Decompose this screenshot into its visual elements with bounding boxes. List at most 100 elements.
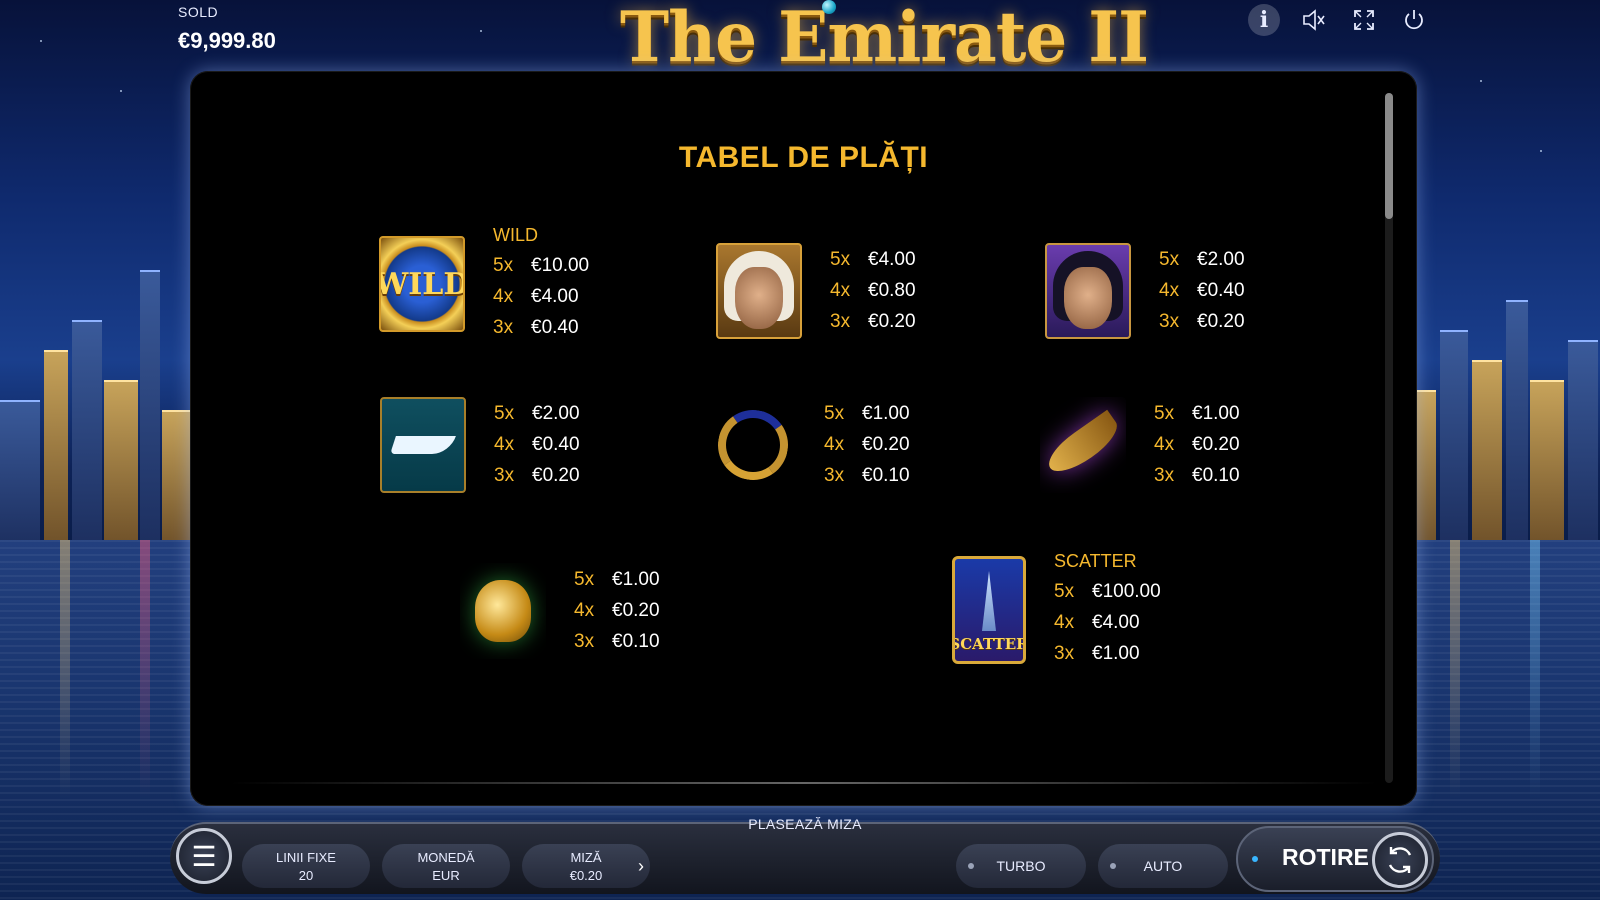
turbo-toggle[interactable]: TURBO <box>956 844 1086 888</box>
game-logo: The Emirate II <box>620 0 1149 78</box>
symbol-name: SCATTER <box>1054 551 1137 571</box>
paytable-scrollbar[interactable] <box>1385 93 1393 783</box>
pay-value: €0.20 <box>868 311 916 332</box>
city-skyline-left <box>0 230 200 550</box>
pay-row: 3x €1.00 <box>1054 638 1161 669</box>
pay-list: SCATTER 5x €100.00 4x €4.00 3x €1.00 <box>1054 551 1161 669</box>
spin-button[interactable]: ROTIRE <box>1236 826 1434 892</box>
spin-icon[interactable] <box>1372 832 1428 888</box>
pay-count: 5x <box>1159 249 1180 270</box>
pay-list: 5x €2.00 4x €0.40 3x €0.20 <box>494 399 580 492</box>
spin-indicator-icon <box>1252 856 1258 862</box>
light-reflection <box>60 540 70 800</box>
bet-caption: PLASEAZĂ MIZA <box>748 816 862 832</box>
paytable-entry-dagger: 5x €1.00 4x €0.20 3x €0.10 <box>1040 397 1240 493</box>
pay-count: 5x <box>574 569 595 590</box>
pay-value: €0.10 <box>862 465 910 486</box>
pay-value: €1.00 <box>862 403 910 424</box>
pay-row: 4x €0.40 <box>1159 276 1245 307</box>
pay-value: €4.00 <box>531 285 579 307</box>
logo-gem-icon <box>822 0 836 14</box>
symbol-name: WILD <box>493 225 538 245</box>
pay-count: 3x <box>1159 311 1180 332</box>
info-icon[interactable]: i <box>1248 4 1280 36</box>
sound-muted-icon[interactable] <box>1298 4 1330 36</box>
pay-list: 5x €1.00 4x €0.20 3x €0.10 <box>1154 399 1240 492</box>
pay-row: 3x €0.10 <box>1154 461 1240 492</box>
bet-label: MIZĂ <box>570 850 602 865</box>
pay-value: €4.00 <box>1092 611 1140 633</box>
paytable-entry-scatter: SCATTER SCATTER 5x €100.00 4x €4.00 3x €1.0… <box>952 551 1161 669</box>
pay-row: 4x €0.20 <box>824 430 910 461</box>
pay-value: €0.80 <box>868 280 916 301</box>
pay-row: 3x €0.20 <box>830 307 916 338</box>
pay-row: 3x €0.20 <box>494 461 580 492</box>
pay-count: 3x <box>830 311 851 332</box>
pay-row: 4x €0.20 <box>574 596 660 627</box>
paytable-entry-sheikh: 5x €4.00 4x €0.80 3x €0.20 <box>716 243 916 339</box>
pay-value: €0.40 <box>532 434 580 455</box>
pay-row: 3x €0.10 <box>574 627 660 658</box>
power-icon[interactable] <box>1398 4 1430 36</box>
auto-toggle[interactable]: AUTO <box>1098 844 1228 888</box>
pay-value: €2.00 <box>1197 249 1245 270</box>
pay-count: 3x <box>1054 642 1075 664</box>
pay-value: €4.00 <box>868 249 916 270</box>
pay-count: 3x <box>1154 465 1175 486</box>
pay-count: 5x <box>830 249 851 270</box>
top-controls: i <box>1248 4 1430 36</box>
pay-list: 5x €2.00 4x €0.40 3x €0.20 <box>1159 245 1245 338</box>
pay-value: €100.00 <box>1092 580 1161 602</box>
hamburger-icon: ☰ <box>191 840 217 872</box>
currency-selector[interactable]: MONEDĂ EUR <box>382 844 510 888</box>
pay-count: 4x <box>1054 611 1075 633</box>
bet-value: €0.20 <box>569 868 603 883</box>
pay-list: 5x €1.00 4x €0.20 3x €0.10 <box>574 565 660 658</box>
pay-row: 5x €100.00 <box>1054 576 1161 607</box>
balance-display: SOLD €9,999.80 <box>178 4 276 54</box>
bottom-control-bar: PLASEAZĂ MIZA ☰ LINII FIXE 20 MONEDĂ EUR… <box>170 812 1440 900</box>
pay-value: €1.00 <box>612 569 660 590</box>
scrollbar-thumb[interactable] <box>1385 93 1393 219</box>
paytable-entry-yacht: 5x €2.00 4x €0.40 3x €0.20 <box>380 397 580 493</box>
pay-row: 4x €0.20 <box>1154 430 1240 461</box>
pay-value: €10.00 <box>531 254 590 276</box>
spin-label: ROTIRE <box>1282 844 1369 870</box>
pay-row: 5x €1.00 <box>1154 399 1240 430</box>
auto-label: AUTO <box>1143 858 1183 874</box>
pay-row: 5x €1.00 <box>574 565 660 596</box>
woman-symbol <box>1045 243 1131 339</box>
toggle-indicator-icon <box>968 863 974 869</box>
lines-value: 20 <box>298 868 314 883</box>
chevron-right-icon[interactable]: › <box>638 856 644 877</box>
menu-button[interactable]: ☰ <box>176 828 232 884</box>
paytable-title: TABEL DE PLĂȚI <box>678 141 929 174</box>
pay-count: 3x <box>494 465 515 486</box>
pay-count: 4x <box>830 280 851 301</box>
pay-row: 4x €4.00 <box>1054 607 1161 638</box>
paytable-entry-wild: WILD WILD 5x €10.00 4x €4.00 3x €0.40 <box>379 225 589 343</box>
pay-value: €1.00 <box>1092 642 1140 664</box>
pay-count: 3x <box>574 631 595 652</box>
bet-selector[interactable]: MIZĂ €0.20 › <box>522 844 650 888</box>
lines-label: LINII FIXE <box>276 850 336 865</box>
pay-count: 5x <box>494 403 515 424</box>
paytable-panel: TABEL DE PLĂȚI WILD WILD 5x €10.00 4x €4.0… <box>190 71 1417 806</box>
pay-count: 4x <box>574 600 595 621</box>
pay-row: 5x €1.00 <box>824 399 910 430</box>
fullscreen-icon[interactable] <box>1348 4 1380 36</box>
pay-row: 5x €4.00 <box>830 245 916 276</box>
pay-count: 3x <box>493 316 514 338</box>
pay-row: 4x €4.00 <box>493 281 589 312</box>
pay-count: 5x <box>824 403 845 424</box>
light-reflection <box>140 540 150 800</box>
paytable-entry-woman: 5x €2.00 4x €0.40 3x €0.20 <box>1045 243 1245 339</box>
scatter-symbol: SCATTER <box>952 556 1026 664</box>
lines-selector[interactable]: LINII FIXE 20 <box>242 844 370 888</box>
dagger-symbol <box>1040 397 1126 493</box>
currency-value: EUR <box>432 868 460 883</box>
currency-label: MONEDĂ <box>417 850 475 865</box>
sheikh-symbol <box>716 243 802 339</box>
pay-row: 4x €0.80 <box>830 276 916 307</box>
pay-count: 5x <box>1054 580 1075 602</box>
